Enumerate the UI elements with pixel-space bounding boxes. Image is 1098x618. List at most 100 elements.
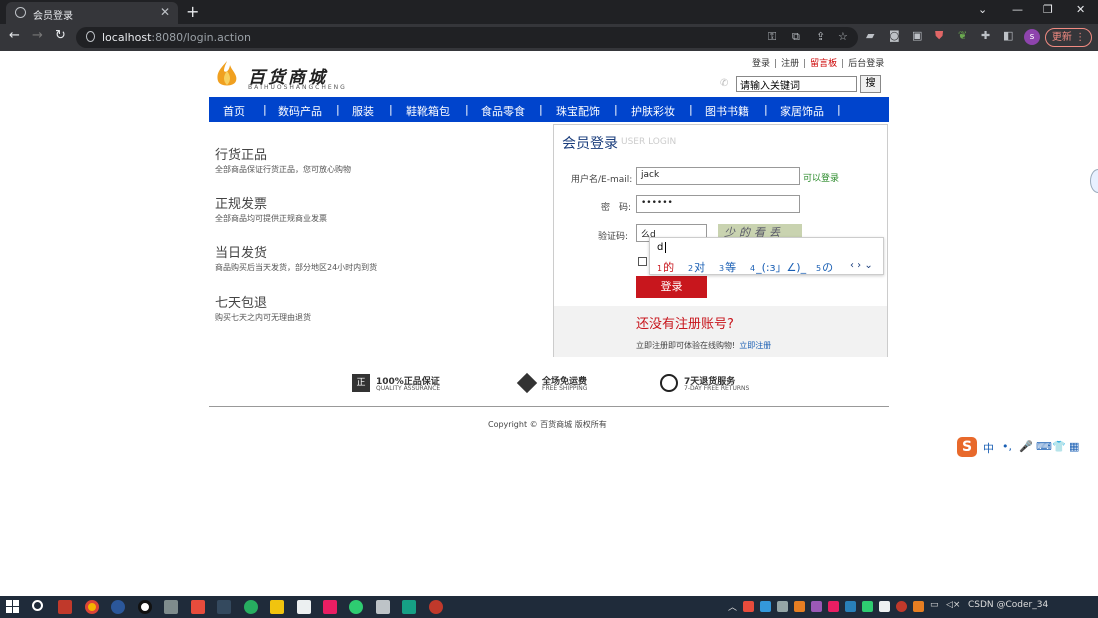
feature-title: 正规发票 (215, 197, 268, 212)
tab-search-icon[interactable]: ⌄ (978, 3, 987, 16)
search-button[interactable]: 搜 (860, 75, 881, 93)
side-float-icon[interactable] (1090, 169, 1098, 193)
taskbar-app-icon[interactable] (164, 600, 178, 614)
extension-image-icon[interactable]: ▣ (912, 29, 922, 42)
side-panel-icon[interactable]: ◧ (1003, 29, 1013, 42)
tray-icon[interactable] (777, 601, 788, 612)
tray-watermark: CSDN @Coder_34 (968, 600, 1049, 610)
extension-shield-icon[interactable]: ⛊ (935, 29, 943, 43)
taskbar-app-icon[interactable] (323, 600, 337, 614)
username-field[interactable]: jack (636, 167, 800, 185)
nav-food[interactable]: 食品零食 (481, 103, 525, 119)
tray-icon[interactable] (879, 601, 890, 612)
extension-chat-icon[interactable]: ▰ (866, 29, 874, 42)
ime-candidate[interactable]: 5の (816, 259, 833, 275)
extensions-puzzle-icon[interactable]: ✚ (981, 29, 990, 42)
windows-start-icon[interactable] (6, 600, 19, 613)
ime-mic-icon[interactable]: 🎤 (1019, 440, 1033, 453)
feature-item: 正规发票 全部商品均可提供正规商业发票 (215, 193, 327, 224)
nav-clothing[interactable]: 服装 (352, 103, 374, 119)
nav-shoes-bags[interactable]: 鞋靴箱包 (406, 103, 450, 119)
nav-books[interactable]: 图书书籍 (705, 103, 749, 119)
taskbar-app-icon[interactable] (111, 600, 125, 614)
taskbar-app-icon[interactable] (376, 600, 390, 614)
minimize-button[interactable]: — (1012, 3, 1023, 16)
taskbar-app-icon[interactable] (297, 600, 311, 614)
ime-candidate[interactable]: 2对 (688, 259, 705, 275)
share-icon[interactable]: ⇪ (816, 30, 825, 43)
link-guestbook[interactable]: 留言板 (810, 59, 837, 69)
link-admin-login[interactable]: 后台登录 (848, 59, 884, 69)
browser-toolbar: ← → ↻ localhost:8080/login.action ⚿ ⧉ ⇪ … (0, 24, 1098, 51)
remember-checkbox[interactable] (638, 257, 647, 266)
username-label: 用户名/E-mail: (571, 175, 633, 185)
extension-camera-icon[interactable]: ◙ (889, 29, 900, 42)
close-window-button[interactable]: ✕ (1076, 3, 1085, 16)
wechat-icon[interactable] (349, 600, 363, 614)
maximize-button[interactable]: ❐ (1043, 3, 1053, 16)
register-prompt: 还没有注册账号? 立即注册即可体验在线购物! 立即注册 (554, 306, 887, 357)
volume-icon[interactable]: ◁× (946, 600, 960, 610)
tab-login[interactable]: 会员登录 ✕ (6, 2, 178, 24)
tray-icon[interactable] (862, 601, 873, 612)
nav-digital[interactable]: 数码产品 (278, 103, 322, 119)
tray-icon[interactable] (828, 601, 839, 612)
bookmark-star-icon[interactable]: ☆ (838, 30, 848, 43)
update-button[interactable]: 更新 ⋮ (1045, 28, 1092, 47)
tray-icon[interactable] (845, 601, 856, 612)
site-logo[interactable]: 百货商城 BAIHUOSHANGCHENG (212, 59, 347, 93)
ime-keyboard-icon[interactable]: ⌨ (1036, 440, 1052, 453)
ime-lang-toggle[interactable]: 中 (983, 440, 994, 456)
taskbar-app-icon[interactable] (191, 600, 205, 614)
nav-home-decor[interactable]: 家居饰品 (780, 103, 824, 119)
link-register[interactable]: 注册 (781, 59, 799, 69)
tray-icon[interactable] (743, 601, 754, 612)
link-login[interactable]: 登录 (752, 59, 770, 69)
tray-icon[interactable] (794, 601, 805, 612)
tray-icon[interactable] (896, 601, 907, 612)
ime-candidate[interactable]: 1的 (657, 259, 674, 275)
file-explorer-icon[interactable] (270, 600, 284, 614)
reload-icon[interactable]: ↻ (55, 28, 66, 43)
taskbar-app-icon[interactable] (58, 600, 72, 614)
login-button[interactable]: 登录 (636, 276, 707, 298)
taskbar-app-icon[interactable] (402, 600, 416, 614)
sogou-logo-icon[interactable]: S (957, 437, 977, 457)
no-account-heading: 还没有注册账号? (636, 317, 734, 332)
extension-leaf-icon[interactable]: ❦ (958, 29, 967, 42)
tray-chevron-icon[interactable]: ︿ (728, 600, 737, 613)
service-sub: QUALITY ASSURANCE (376, 385, 441, 392)
network-icon[interactable]: ▭ (930, 600, 939, 610)
register-link[interactable]: 立即注册 (739, 341, 771, 350)
chrome-icon[interactable] (85, 600, 99, 614)
forward-icon[interactable]: → (32, 28, 43, 43)
open-in-window-icon[interactable]: ⧉ (792, 30, 800, 44)
taskbar-app-icon[interactable] (138, 600, 152, 614)
taskbar-app-icon[interactable] (429, 600, 443, 614)
search-icon[interactable] (32, 600, 43, 611)
tray-icon[interactable] (811, 601, 822, 612)
nav-home[interactable]: 首页 (223, 103, 245, 119)
search-input[interactable] (736, 76, 857, 92)
profile-avatar[interactable]: s (1024, 29, 1040, 45)
ime-candidate[interactable]: 3等 (719, 259, 736, 275)
ime-punct-icon[interactable]: •, (1002, 440, 1012, 453)
new-tab-button[interactable]: + (186, 2, 199, 21)
ime-candidate-window: d 1的 2对 3等 4_(:з」∠)_ 5の ‹ › ⌄ (649, 237, 884, 275)
taskbar-app-icon[interactable] (244, 600, 258, 614)
taskbar-app-icon[interactable] (217, 600, 231, 614)
nav-jewelry[interactable]: 珠宝配饰 (556, 103, 600, 119)
ime-candidate[interactable]: 4_(:з」∠)_ (750, 259, 806, 275)
key-icon[interactable]: ⚿ (768, 30, 776, 44)
ime-skin-icon[interactable]: 👕 (1052, 440, 1066, 453)
nav-cosmetics[interactable]: 护肤彩妆 (631, 103, 675, 119)
password-field[interactable]: •••••• (636, 195, 800, 213)
tray-icon[interactable] (760, 601, 771, 612)
tab-close-icon[interactable]: ✕ (160, 5, 170, 19)
ime-page-nav-icon[interactable]: ‹ › ⌄ (850, 260, 873, 271)
ime-menu-icon[interactable]: ▦ (1069, 440, 1079, 453)
info-icon[interactable] (86, 31, 95, 42)
back-icon[interactable]: ← (9, 28, 20, 43)
address-bar[interactable]: localhost:8080/login.action ⚿ ⧉ ⇪ ☆ (76, 27, 858, 48)
tray-icon[interactable] (913, 601, 924, 612)
